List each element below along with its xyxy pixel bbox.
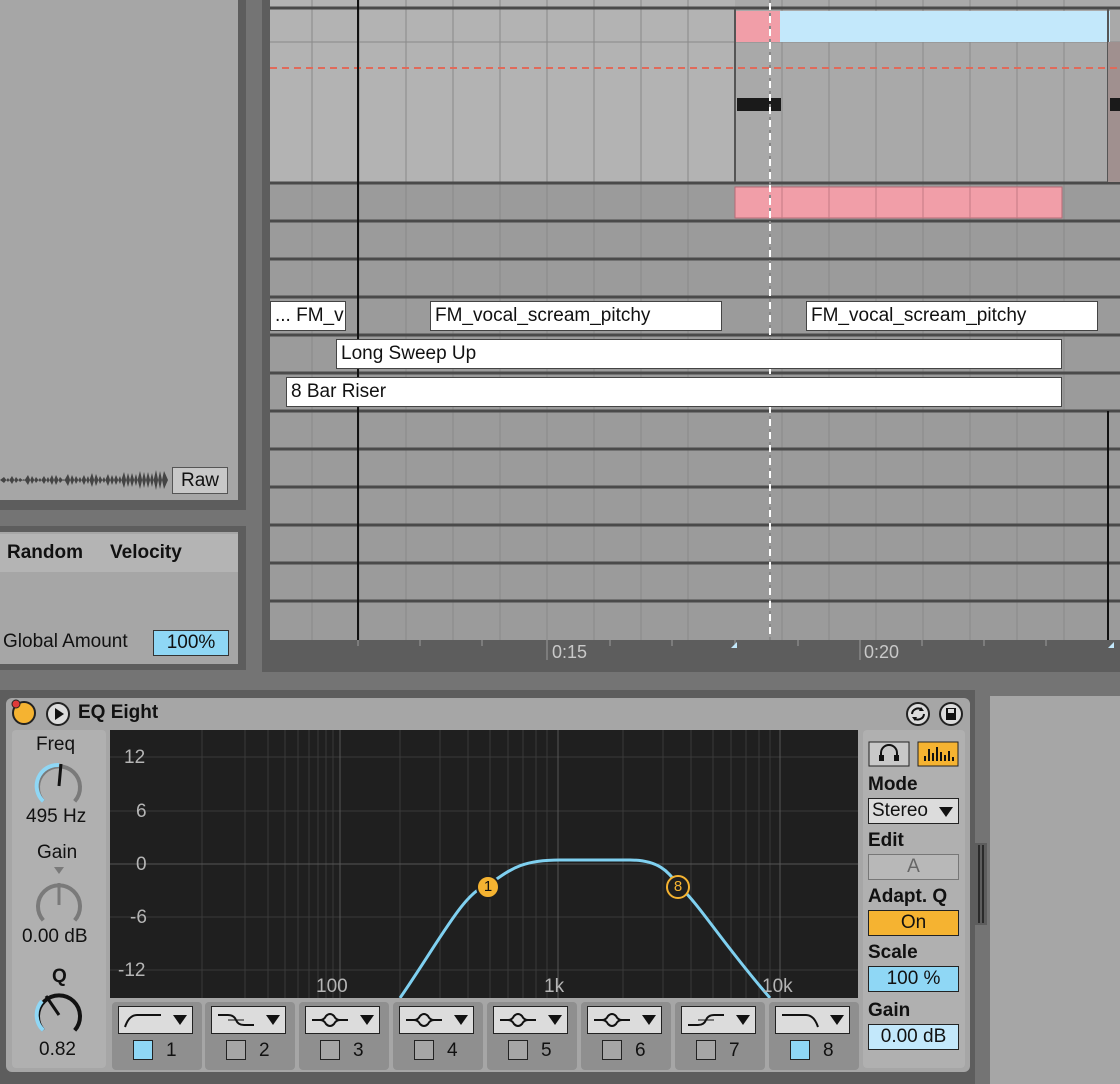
band-8-toggle[interactable] (790, 1040, 810, 1060)
raw-button[interactable]: Raw (172, 467, 228, 494)
band-1-filter-select[interactable] (118, 1006, 193, 1034)
highshelf-icon (688, 1014, 724, 1026)
scale-label: Scale (868, 942, 918, 963)
edit-button[interactable]: A (868, 854, 959, 880)
global-amount-field[interactable]: 100% (153, 630, 229, 656)
audio-clip[interactable]: 8 Bar Riser (286, 377, 1062, 407)
global-amount-label: Global Amount (3, 631, 128, 652)
play-icon[interactable] (45, 701, 71, 727)
band-8-filter-select[interactable] (775, 1006, 850, 1034)
band-4-filter-select[interactable] (399, 1006, 474, 1034)
audio-clip[interactable]: FM_vocal_scream_pitchy (430, 301, 722, 331)
mode-value: Stereo (872, 800, 928, 821)
band-4-toggle[interactable] (414, 1040, 434, 1060)
bell-icon (500, 1013, 536, 1027)
band-number: 4 (447, 1040, 458, 1061)
mode-label: Mode (868, 774, 918, 795)
scale-field[interactable]: 100 % (868, 966, 959, 992)
band-2-filter-select[interactable] (211, 1006, 286, 1034)
band-number: 1 (166, 1040, 177, 1061)
bell-icon (406, 1013, 442, 1027)
output-gain-label: Gain (868, 1000, 911, 1021)
adaptq-label: Adapt. Q (868, 886, 948, 907)
output-gain-field[interactable]: 0.00 dB (868, 1024, 959, 1050)
bell-icon (594, 1013, 630, 1027)
chevron-down-icon (939, 807, 953, 817)
arrangement-view[interactable]: ... FM_v FM_vocal_scream_pitchy FM_vocal… (270, 0, 1120, 640)
device-title: EQ Eight (78, 702, 159, 723)
gain-label: Gain (37, 842, 78, 863)
lowshelf-icon (218, 1014, 254, 1026)
band-number: 5 (541, 1040, 552, 1061)
y-label: 0 (136, 854, 147, 875)
edit-label: Edit (868, 830, 904, 851)
y-label: -12 (118, 960, 146, 981)
band-5-filter-select[interactable] (493, 1006, 568, 1034)
mode-select[interactable]: Stereo (868, 798, 959, 824)
hot-swap-icon[interactable] (905, 701, 931, 727)
band-number: 3 (353, 1040, 364, 1061)
time-label: 0:15 (552, 642, 588, 662)
freq-value[interactable]: 495 Hz (26, 806, 86, 828)
time-label: 0:20 (864, 642, 900, 662)
y-label: 12 (124, 747, 146, 768)
highcut-icon (782, 1014, 819, 1028)
band-number: 8 (823, 1040, 834, 1061)
band-3-filter-select[interactable] (305, 1006, 380, 1034)
velocity-header[interactable]: Velocity (110, 542, 182, 564)
band-7-toggle[interactable] (696, 1040, 716, 1060)
band-2-toggle[interactable] (226, 1040, 246, 1060)
freq-label: Freq (36, 734, 76, 755)
freq-knob[interactable] (30, 757, 88, 809)
x-label: 100 (316, 976, 348, 997)
random-header[interactable]: Random (7, 542, 83, 564)
device-chain-empty-area[interactable] (990, 696, 1120, 1084)
lowcut-icon (124, 1014, 161, 1028)
band-7-filter-select[interactable] (681, 1006, 756, 1034)
eq-graph (110, 730, 858, 998)
output-meter (975, 843, 987, 925)
adaptq-toggle[interactable]: On (868, 910, 959, 936)
waveform-display (0, 463, 168, 497)
sample-panel (0, 0, 238, 500)
band-number: 7 (729, 1040, 740, 1061)
spectrum-analyzer-icon[interactable] (917, 741, 959, 767)
band-6-toggle[interactable] (602, 1040, 622, 1060)
band-3-toggle[interactable] (320, 1040, 340, 1060)
bell-icon (312, 1013, 348, 1027)
y-label: -6 (130, 907, 147, 928)
audio-clip[interactable]: FM_vocal_scream_pitchy (806, 301, 1098, 331)
band-6-filter-select[interactable] (587, 1006, 662, 1034)
band-8-marker[interactable]: 8 (666, 875, 690, 899)
audio-clip[interactable]: Long Sweep Up (336, 339, 1062, 369)
band-number: 6 (635, 1040, 646, 1061)
eq-display[interactable]: 12 6 0 -6 -12 100 1k 10k 1 8 (110, 730, 858, 998)
headphones-icon[interactable] (868, 741, 910, 767)
x-label: 1k (544, 976, 565, 997)
gain-knob[interactable] (30, 864, 88, 928)
q-label: Q (52, 966, 67, 987)
band-number: 2 (259, 1040, 270, 1061)
band-1-marker[interactable]: 1 (476, 875, 500, 899)
q-knob[interactable] (30, 986, 88, 1038)
q-value[interactable]: 0.82 (39, 1039, 76, 1061)
time-ruler[interactable] (270, 640, 1120, 668)
audio-clip[interactable]: ... FM_v (270, 301, 346, 331)
save-preset-icon[interactable] (938, 701, 964, 727)
gain-value[interactable]: 0.00 dB (22, 926, 88, 948)
band-5-toggle[interactable] (508, 1040, 528, 1060)
x-label: 10k (762, 976, 793, 997)
ruler-ticks (357, 640, 1114, 660)
y-label: 6 (136, 801, 147, 822)
band-1-toggle[interactable] (133, 1040, 153, 1060)
